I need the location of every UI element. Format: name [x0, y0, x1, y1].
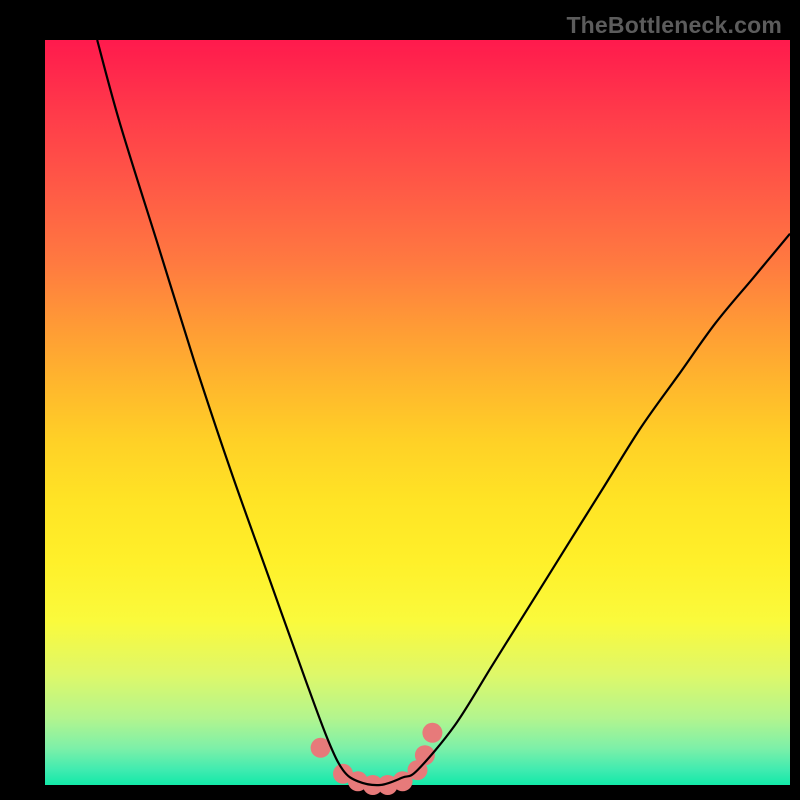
bottleneck-curve-path	[97, 40, 790, 785]
optimal-marker	[422, 723, 442, 743]
chart-frame: TheBottleneck.com	[0, 0, 800, 800]
curve-svg	[0, 0, 800, 800]
